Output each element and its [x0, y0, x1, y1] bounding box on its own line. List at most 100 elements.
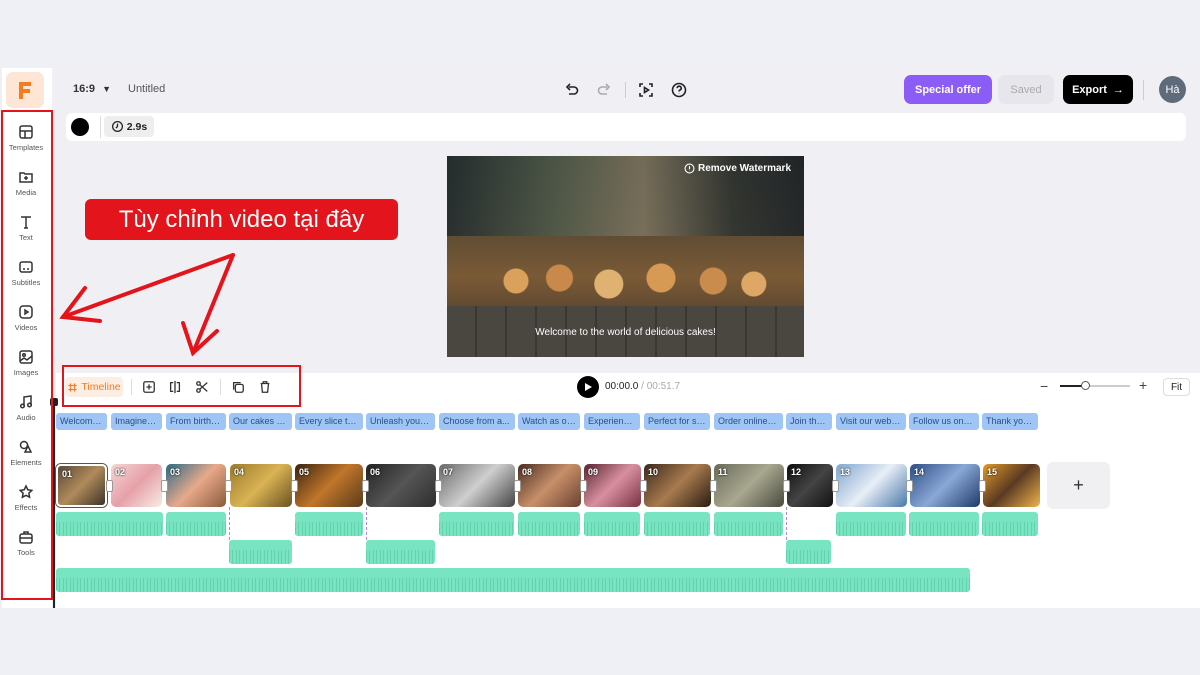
play-button[interactable]: [577, 376, 599, 398]
help-button[interactable]: [669, 80, 689, 100]
subtitle-block[interactable]: Join the ...: [786, 413, 832, 430]
transition-handle[interactable]: [906, 480, 913, 492]
voiceover-block[interactable]: [584, 512, 640, 536]
project-title[interactable]: Untitled: [128, 83, 165, 95]
zoom-in-button[interactable]: +: [1139, 377, 1147, 393]
subtitle-block[interactable]: Choose from a...: [439, 413, 515, 430]
transition-handle[interactable]: [362, 480, 369, 492]
voiceover-block[interactable]: [714, 512, 783, 536]
clip-number: 10: [648, 467, 659, 477]
video-clip[interactable]: 10: [644, 464, 711, 507]
transition-handle[interactable]: [979, 480, 986, 492]
voiceover-block[interactable]: [518, 512, 580, 536]
subtitle-block[interactable]: Imagine a...: [111, 413, 162, 430]
video-clip[interactable]: 14: [910, 464, 980, 507]
subtitle-block[interactable]: From birthd...: [166, 413, 226, 430]
transition-handle[interactable]: [106, 480, 113, 492]
voiceover-block[interactable]: [644, 512, 710, 536]
voiceover-block[interactable]: [982, 512, 1038, 536]
subtitle-block[interactable]: Order online f...: [714, 413, 783, 430]
clip-number: 15: [987, 467, 998, 477]
export-button[interactable]: Export →: [1063, 75, 1133, 104]
voiceover-block[interactable]: [909, 512, 979, 536]
video-clip[interactable]: 13: [836, 464, 907, 507]
video-clip[interactable]: 05: [295, 464, 363, 507]
video-clip[interactable]: 09: [584, 464, 641, 507]
voiceover-block[interactable]: [166, 512, 226, 536]
voiceover-block[interactable]: [229, 540, 292, 564]
transition-handle[interactable]: [580, 480, 587, 492]
app-logo[interactable]: [6, 72, 44, 108]
track-connector: [786, 507, 787, 540]
subtitle-block[interactable]: Our cakes ar...: [229, 413, 292, 430]
avatar[interactable]: Hà: [1159, 76, 1186, 103]
preview-button[interactable]: [636, 80, 656, 100]
subtitle-block[interactable]: Welcome ...: [56, 413, 107, 430]
page-bottom-band: [0, 608, 1200, 675]
clip-number: 03: [170, 467, 181, 477]
redo-button[interactable]: [594, 80, 614, 100]
playhead[interactable]: [53, 400, 55, 608]
add-clip-button[interactable]: +: [1047, 462, 1110, 509]
zoom-slider-thumb[interactable]: [1081, 381, 1090, 390]
video-clip[interactable]: 03: [166, 464, 226, 507]
subtitle-block[interactable]: Unleash your ...: [366, 413, 435, 430]
subtitle-block[interactable]: Follow us on s...: [909, 413, 979, 430]
subtitle-block[interactable]: Watch as ou...: [518, 413, 580, 430]
pastry-display: [487, 251, 777, 311]
subtitle-block[interactable]: Thank you ...: [982, 413, 1038, 430]
time-separator: /: [641, 381, 644, 392]
remove-watermark-button[interactable]: Remove Watermark: [684, 163, 791, 174]
total-time: 00:51.7: [646, 381, 681, 392]
subtitle-block[interactable]: Perfect for sh...: [644, 413, 710, 430]
video-clip[interactable]: 04: [230, 464, 292, 507]
minus-icon: −: [1040, 378, 1049, 394]
transition-handle[interactable]: [710, 480, 717, 492]
track-connector: [229, 507, 230, 540]
voiceover-block[interactable]: [366, 540, 435, 564]
arrow-right-icon: →: [1112, 83, 1124, 96]
voiceover-block[interactable]: [295, 512, 363, 536]
aspect-ratio-value: 16:9: [73, 83, 96, 95]
subtitle-block[interactable]: Every slice tel...: [295, 413, 363, 430]
transition-handle[interactable]: [225, 480, 232, 492]
clip-number: 11: [718, 467, 728, 477]
clip-number: 14: [914, 467, 925, 477]
subtitle-block[interactable]: Experience...: [584, 413, 640, 430]
transition-handle[interactable]: [640, 480, 647, 492]
video-clip[interactable]: 11: [714, 464, 784, 507]
undo-button[interactable]: [562, 80, 582, 100]
prop-divider: [100, 116, 101, 138]
special-offer-button[interactable]: Special offer: [904, 75, 992, 104]
clip-number: 08: [522, 467, 533, 477]
video-clip[interactable]: 12: [787, 464, 833, 507]
chevron-down-icon: ▼: [102, 84, 112, 94]
transition-handle[interactable]: [161, 480, 168, 492]
transition-handle[interactable]: [832, 480, 839, 492]
transition-handle[interactable]: [783, 480, 790, 492]
video-clip[interactable]: 02: [111, 464, 162, 507]
export-label: Export: [1072, 83, 1107, 96]
music-track[interactable]: [56, 568, 970, 592]
clip-number: 01: [62, 469, 73, 479]
video-clip[interactable]: 08: [518, 464, 581, 507]
voiceover-block[interactable]: [56, 512, 163, 536]
fit-button[interactable]: Fit: [1163, 378, 1190, 396]
color-swatch[interactable]: [71, 118, 89, 136]
transition-handle[interactable]: [291, 480, 298, 492]
zoom-out-button[interactable]: −: [1040, 378, 1048, 394]
aspect-ratio-select[interactable]: 16:9 ▼: [73, 83, 111, 95]
video-canvas[interactable]: Remove Watermark Welcome to the world of…: [447, 156, 804, 357]
clip-number: 09: [588, 467, 599, 477]
voiceover-block[interactable]: [786, 540, 831, 564]
video-clip[interactable]: 01: [56, 464, 107, 507]
subtitle-block[interactable]: Visit our webs...: [836, 413, 906, 430]
transition-handle[interactable]: [435, 480, 442, 492]
transition-handle[interactable]: [514, 480, 521, 492]
video-clip[interactable]: 15: [983, 464, 1040, 507]
voiceover-block[interactable]: [439, 512, 514, 536]
voiceover-block[interactable]: [836, 512, 906, 536]
video-clip[interactable]: 06: [366, 464, 436, 507]
duration-button[interactable]: 2.9s: [104, 116, 154, 137]
video-clip[interactable]: 07: [439, 464, 515, 507]
